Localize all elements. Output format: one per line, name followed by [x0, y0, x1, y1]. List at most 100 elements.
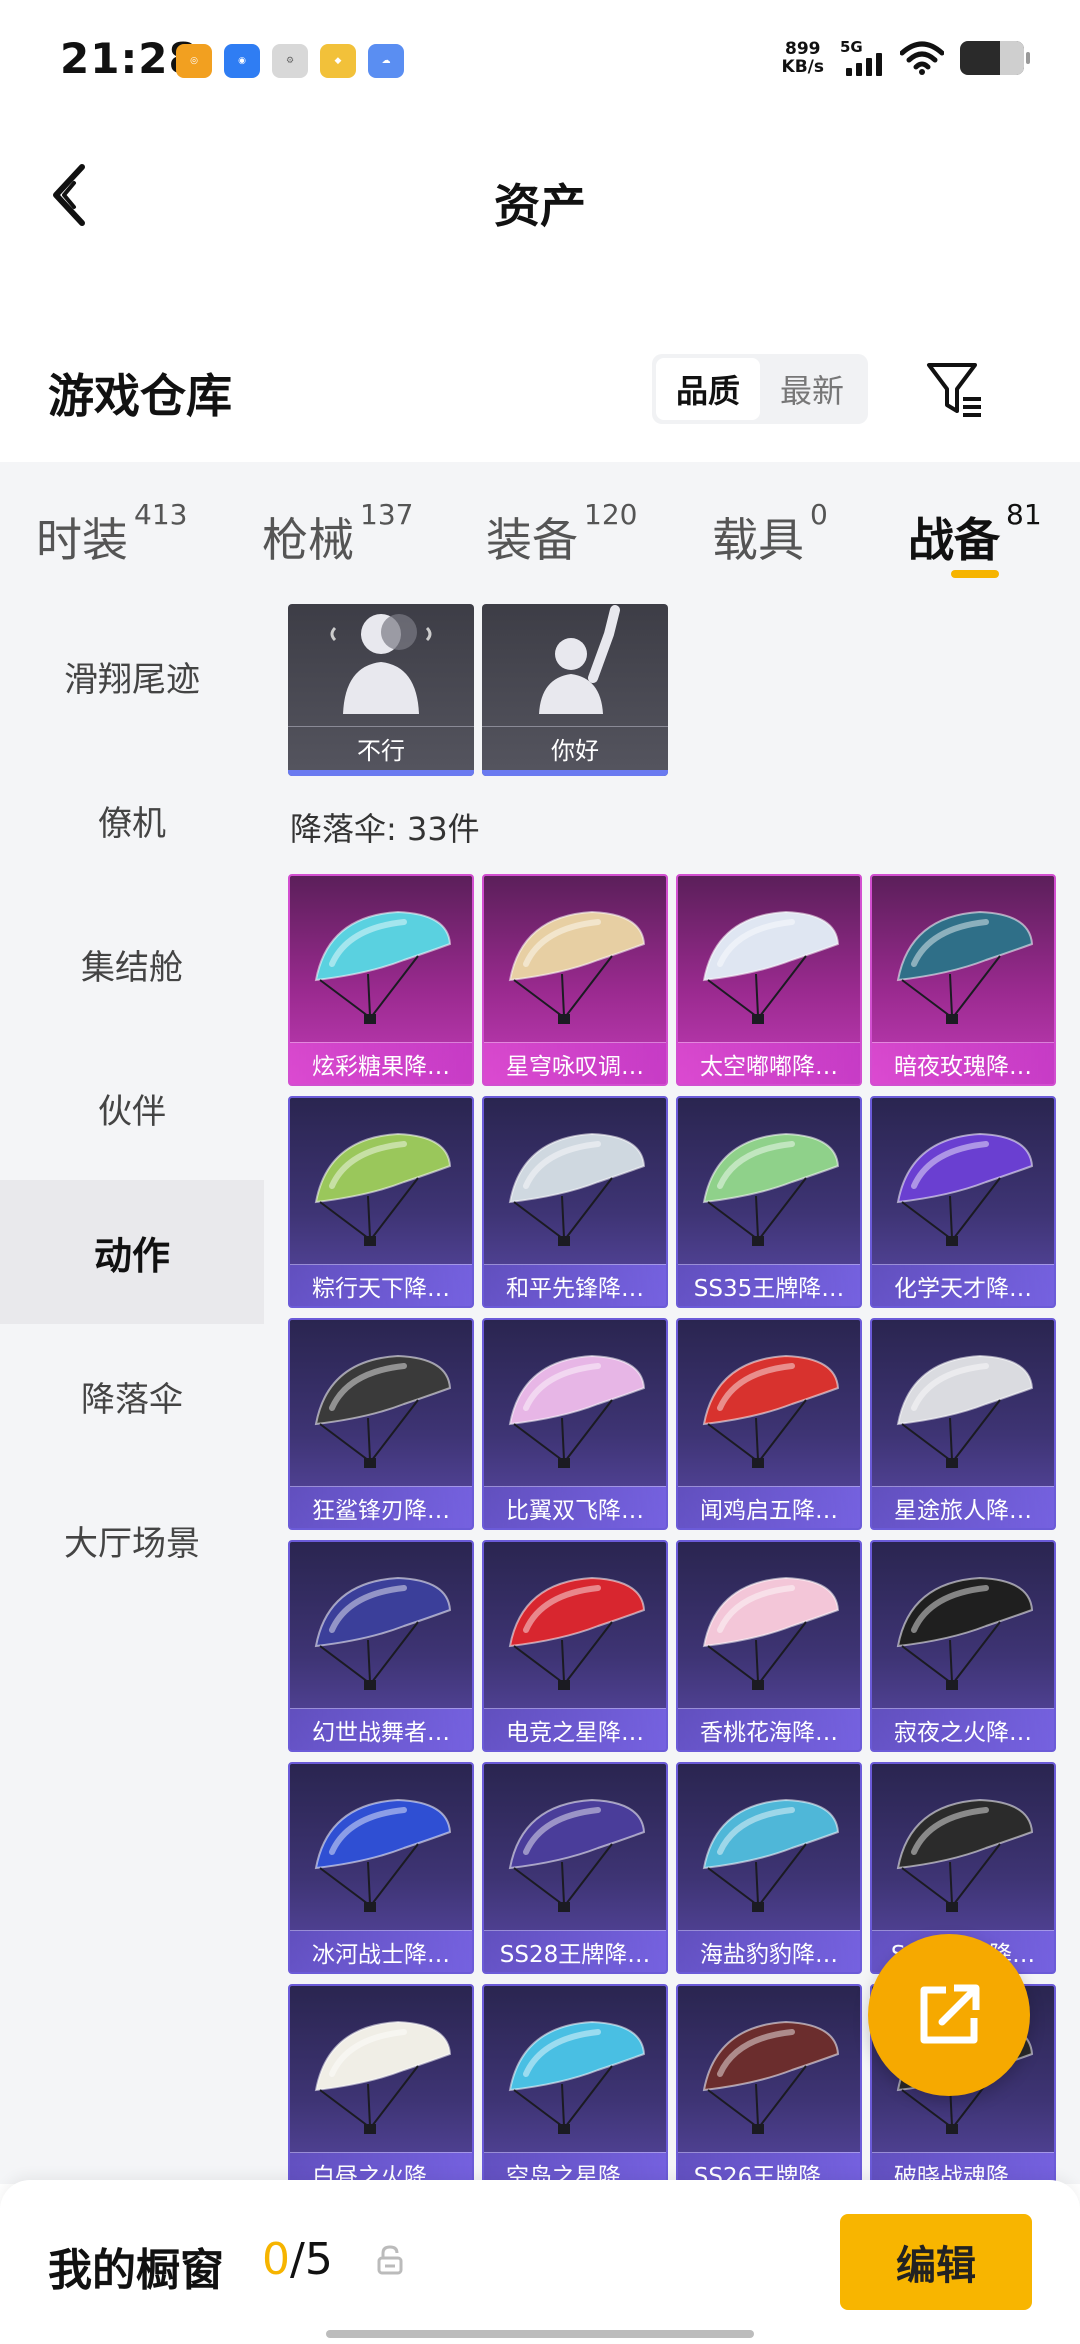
sidebar-item-glide-trail[interactable]: 滑翔尾迹 [0, 604, 264, 748]
parachute-card[interactable]: 比翼双飞降… [482, 1318, 668, 1530]
parachute-card[interactable]: 闻鸡启五降… [676, 1318, 862, 1530]
parachute-icon [314, 910, 452, 1024]
tab-vehicles[interactable]: 载具 0 [712, 498, 828, 570]
status-app-icons: ◎ ◉ ⚙ ◆ ☁ [176, 44, 404, 78]
parachute-icon [314, 1798, 452, 1912]
parachute-name: 冰河战士降… [290, 1930, 472, 1972]
parachute-name: 化学天才降… [872, 1264, 1054, 1306]
tab-equipment[interactable]: 装备 120 [486, 498, 637, 570]
emote-figure-icon [539, 605, 620, 714]
section-title: 游戏仓库 [48, 369, 232, 423]
sort-option-quality[interactable]: 品质 [656, 358, 760, 420]
parachute-name: 和平先锋降… [484, 1264, 666, 1306]
parachute-icon [896, 1354, 1034, 1468]
sidebar-item-parachute[interactable]: 降落伞 [0, 1324, 264, 1468]
parachute-card[interactable]: SS28王牌降… [482, 1762, 668, 1974]
parachute-icon [896, 1576, 1034, 1690]
parachute-name: 狂鲨锋刃降… [290, 1486, 472, 1528]
sidebar: 滑翔尾迹 僚机 集结舱 伙伴 动作 降落伞 大厅场景 [0, 604, 264, 2184]
parachute-card[interactable]: 和平先锋降… [482, 1096, 668, 1308]
emote-card[interactable]: 你好 [482, 604, 668, 776]
emote-label: 不行 [288, 726, 474, 770]
parachute-icon [508, 1576, 646, 1690]
tab-combat-prep[interactable]: 战备 81 [908, 498, 1042, 570]
active-tab-indicator [951, 570, 999, 578]
share-button[interactable] [868, 1934, 1030, 2096]
parachute-icon [896, 910, 1034, 1024]
sort-option-newest[interactable]: 最新 [760, 358, 864, 420]
parachute-icon [702, 1354, 840, 1468]
sidebar-item-emote[interactable]: 动作 [0, 1180, 264, 1324]
parachute-card[interactable]: 暗夜玫瑰降… [870, 874, 1056, 1086]
parachute-name: 粽行天下降… [290, 1264, 472, 1306]
sidebar-item-wingman[interactable]: 僚机 [0, 748, 264, 892]
parachute-icon [702, 910, 840, 1024]
parachute-name: 暗夜玫瑰降… [872, 1042, 1054, 1084]
parachute-card[interactable]: 香桃花海降… [676, 1540, 862, 1752]
parachute-icon [508, 910, 646, 1024]
parachute-name: 寂夜之火降… [872, 1708, 1054, 1750]
parachute-name: 炫彩糖果降… [290, 1042, 472, 1084]
network-speed: 899 KB/s [781, 39, 824, 77]
sidebar-item-assembly-pod[interactable]: 集结舱 [0, 892, 264, 1036]
parachute-card[interactable]: 星途旅人降… [870, 1318, 1056, 1530]
sidebar-item-partner[interactable]: 伙伴 [0, 1036, 264, 1180]
parachute-card[interactable]: SS35王牌降… [676, 1096, 862, 1308]
sort-toggle: 品质 最新 [652, 354, 868, 424]
parachute-card[interactable]: 冰河战士降… [288, 1762, 474, 1974]
parachute-name: 星途旅人降… [872, 1486, 1054, 1528]
parachute-name: SS35王牌降… [678, 1264, 860, 1306]
emote-label: 你好 [482, 726, 668, 770]
filter-button[interactable] [920, 354, 990, 424]
parachute-card[interactable]: 电竞之星降… [482, 1540, 668, 1752]
filter-icon [927, 363, 981, 417]
parachute-card[interactable]: SS26王牌降… [676, 1984, 862, 2184]
home-indicator[interactable] [326, 2330, 754, 2338]
notification-browser-icon: ◉ [224, 44, 260, 78]
parachute-icon [896, 1798, 1034, 1912]
parachute-name: 比翼双飞降… [484, 1486, 666, 1528]
category-tabs: 时装 413 枪械 137 装备 120 载具 0 战备 81 [0, 462, 1080, 604]
parachute-icon [314, 1132, 452, 1246]
parachute-icon [508, 1798, 646, 1912]
parachute-icon [896, 1132, 1034, 1246]
parachute-card[interactable]: 空岛之星降… [482, 1984, 668, 2184]
parachute-card[interactable]: 狂鲨锋刃降… [288, 1318, 474, 1530]
showcase-bar: 我的橱窗 0/5 编辑 [0, 2180, 1080, 2344]
parachute-card[interactable]: 幻世战舞者… [288, 1540, 474, 1752]
showcase-title: 我的橱窗 [48, 2245, 224, 2296]
sidebar-item-lobby-scene[interactable]: 大厅场景 [0, 1468, 264, 1612]
parachute-card[interactable]: 化学天才降… [870, 1096, 1056, 1308]
lock-icon [377, 2245, 403, 2275]
parachute-icon [702, 1576, 840, 1690]
parachute-icon [508, 1354, 646, 1468]
parachute-name: 太空嘟嘟降… [678, 1042, 860, 1084]
parachute-name: 电竞之星降… [484, 1708, 666, 1750]
parachute-card[interactable]: 粽行天下降… [288, 1096, 474, 1308]
parachute-card[interactable]: 太空嘟嘟降… [676, 874, 862, 1086]
parachute-icon [508, 1132, 646, 1246]
edit-button[interactable]: 编辑 [840, 2214, 1032, 2310]
parachute-icon [314, 2020, 452, 2134]
parachute-icon [508, 2020, 646, 2134]
wifi-icon [900, 41, 944, 75]
parachute-card[interactable]: 海盐豹豹降… [676, 1762, 862, 1974]
parachute-card[interactable]: 星穹咏叹调… [482, 874, 668, 1086]
parachute-name: 闻鸡启五降… [678, 1486, 860, 1528]
page-title: 资产 [494, 179, 586, 233]
parachute-count: 降落伞: 33件 [290, 810, 480, 848]
tab-fashion[interactable]: 时装 413 [36, 498, 187, 570]
tab-firearms[interactable]: 枪械 137 [262, 498, 413, 570]
parachute-icon [702, 1132, 840, 1246]
showcase-count: 0/5 [262, 2234, 333, 2285]
parachute-name: 星穹咏叹调… [484, 1042, 666, 1084]
battery-icon [960, 41, 1030, 75]
notification-game-icon: ◆ [320, 44, 356, 78]
parachute-icon [314, 1354, 452, 1468]
parachute-card[interactable]: 白昼之火降… [288, 1984, 474, 2184]
emote-figure-icon [330, 614, 432, 714]
parachute-card[interactable]: 炫彩糖果降… [288, 874, 474, 1086]
parachute-icon [702, 2020, 840, 2134]
emote-card[interactable]: 不行 [288, 604, 474, 776]
parachute-card[interactable]: 寂夜之火降… [870, 1540, 1056, 1752]
